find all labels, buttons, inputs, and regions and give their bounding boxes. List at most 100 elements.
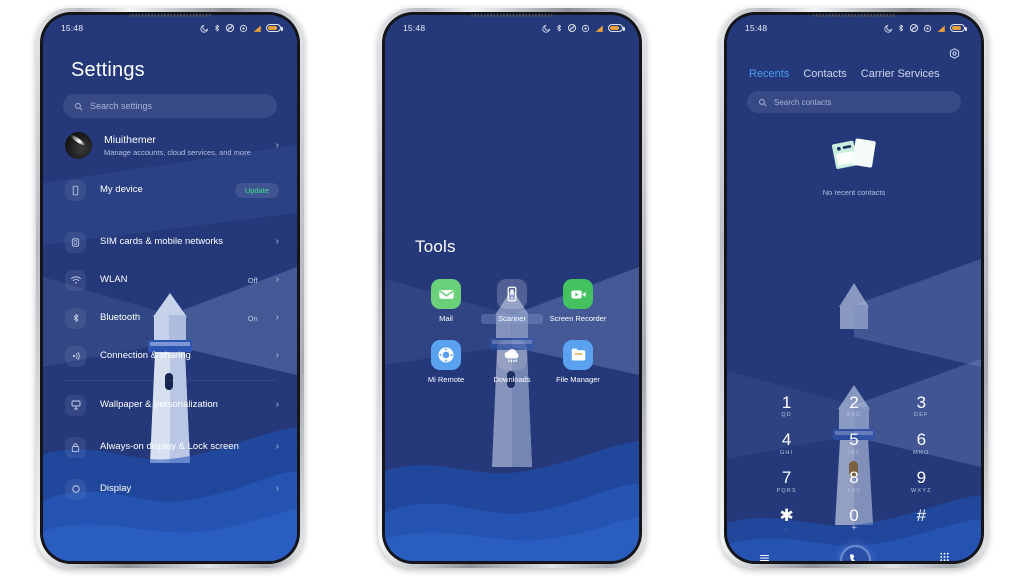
downloads-icon: [497, 339, 527, 370]
tab-recents[interactable]: Recents: [749, 68, 789, 80]
app-icon-mail[interactable]: Mail: [415, 279, 477, 324]
dialpad-digit: ✱: [779, 506, 794, 526]
dialpad-sub: +: [851, 523, 857, 534]
settings-row-my-device[interactable]: My device Update: [43, 171, 297, 209]
dialpad-key-hash[interactable]: #: [897, 504, 945, 535]
dialpad-key-0[interactable]: 0 +: [830, 504, 878, 535]
empty-state: No recent contacts: [727, 113, 981, 197]
chevron-right-icon: ›: [275, 399, 279, 410]
settings-row-label: Display: [100, 483, 132, 495]
dialpad-digit: 8: [849, 468, 859, 488]
app-grid: Mail Scanner Screen Recorder Mi Remote D…: [385, 279, 639, 385]
status-icons: [884, 23, 967, 33]
file-manager-icon: [563, 339, 593, 370]
app-icon-downloads[interactable]: Downloads: [481, 339, 543, 385]
phone-bezel: 15:48 Recents Contacts Carrier Services …: [724, 12, 984, 564]
account-subtitle: Manage accounts, cloud services, and mor…: [104, 148, 251, 157]
dialpad-sub: ABC: [846, 412, 862, 419]
menu-button[interactable]: [757, 551, 772, 561]
dialpad: 1 QD 2 ABC 3 DEF 4 GHI 5 JKL 6 MNO 7 PQR…: [727, 391, 981, 539]
dialer-settings-button[interactable]: [727, 41, 981, 60]
dialpad-key-7[interactable]: 7 PQRS: [763, 466, 811, 497]
settings-row-aod-lockscreen[interactable]: Always-on display & Lock screen ›: [43, 424, 297, 470]
app-icon-scanner[interactable]: Scanner: [481, 279, 543, 324]
settings-row-sim-cards[interactable]: SIM cards & mobile networks ›: [43, 223, 297, 261]
account-row[interactable]: Miuithemer Manage accounts, cloud servic…: [43, 118, 297, 171]
status-icons: [542, 23, 625, 33]
dialpad-sub: DEF: [914, 412, 929, 419]
dialpad-digit: 1: [781, 392, 792, 412]
search-icon: [75, 102, 83, 110]
dialpad-digit: 2: [849, 392, 859, 412]
keypad-icon: [940, 552, 949, 561]
tab-contacts[interactable]: Contacts: [803, 68, 846, 80]
app-icon-file-manager[interactable]: File Manager: [547, 339, 609, 385]
settings-row-wallpaper[interactable]: Wallpaper & personalization ›: [43, 386, 297, 424]
app-icon-mi-remote[interactable]: Mi Remote: [415, 339, 477, 385]
status-time: 15:48: [745, 23, 768, 33]
alarm-icon: [581, 24, 590, 32]
signal-icon: [937, 25, 945, 32]
menu-icon: [760, 555, 769, 561]
phone2-screen: 15:48 Tools Mail Scanner Screen Recorder…: [385, 15, 639, 561]
sharing-icon: [65, 345, 86, 367]
chevron-right-icon: ›: [275, 483, 279, 494]
dnd-moon-icon: [200, 24, 209, 33]
folder-title[interactable]: Tools: [385, 41, 639, 257]
dialpad-sub: WXYZ: [910, 488, 932, 495]
settings-row-connection-sharing[interactable]: Connection & sharing ›: [43, 337, 297, 375]
dialpad-sub: JKL: [847, 450, 861, 457]
dialpad-key-4[interactable]: 4 GHI: [763, 428, 811, 459]
dialpad-key-1[interactable]: 1 QD: [763, 391, 811, 422]
dialpad-sub: PQRS: [776, 488, 797, 495]
bluetooth-icon: [215, 24, 220, 32]
dialpad-key-2[interactable]: 2 ABC: [830, 391, 878, 422]
dialpad-sub: TUV: [846, 488, 862, 495]
settings-app: Settings Search settings Miuithemer Mana…: [43, 41, 297, 508]
dialpad-key-6[interactable]: 6 MNO: [897, 428, 945, 459]
app-label: Mi Remote: [427, 374, 465, 384]
call-button[interactable]: [839, 544, 871, 561]
app-label: Scanner: [481, 314, 543, 324]
search-contacts-input[interactable]: Search contacts: [747, 91, 961, 113]
search-settings-input[interactable]: Search settings: [63, 94, 277, 118]
settings-row-bluetooth[interactable]: Bluetooth On ›: [43, 299, 297, 337]
silent-icon: [910, 24, 918, 32]
dialpad-key-5[interactable]: 5 JKL: [830, 428, 878, 459]
dnd-moon-icon: [884, 24, 893, 33]
phone-device-tools: 15:48 Tools Mail Scanner Screen Recorder…: [378, 8, 646, 568]
sim-icon: [65, 231, 86, 253]
app-label: Mail: [439, 314, 453, 323]
app-label: File Manager: [556, 374, 600, 384]
tab-carrier-services[interactable]: Carrier Services: [861, 68, 940, 80]
update-badge[interactable]: Update: [234, 182, 279, 198]
app-icon-screen-recorder[interactable]: Screen Recorder: [547, 279, 609, 324]
dialpad-sub: MNO: [913, 450, 930, 457]
phone-bezel: 15:48 Settings Search settings Miuitheme…: [40, 12, 300, 564]
settings-row-label: Bluetooth: [100, 312, 141, 324]
status-bar: 15:48: [385, 15, 639, 41]
dialpad-key-8[interactable]: 8 TUV: [830, 466, 878, 497]
dialpad-key-3[interactable]: 3 DEF: [897, 391, 945, 422]
chevron-right-icon: ›: [275, 274, 279, 285]
gear-icon: [949, 48, 960, 59]
silent-icon: [226, 24, 234, 32]
dialpad-key-9[interactable]: 9 WXYZ: [897, 466, 945, 497]
dialpad-sub: QD: [781, 412, 792, 419]
phone1-screen: 15:48 Settings Search settings Miuitheme…: [43, 15, 297, 561]
settings-row-wlan[interactable]: WLAN Off ›: [43, 261, 297, 299]
signal-icon: [595, 25, 603, 32]
wifi-icon: [65, 269, 86, 291]
dialer-app: Recents Contacts Carrier Services Search…: [727, 41, 981, 561]
phone-device-settings: 15:48 Settings Search settings Miuitheme…: [36, 8, 304, 568]
keypad-button[interactable]: [938, 551, 951, 561]
screenshot-stage: 15:48 Settings Search settings Miuitheme…: [0, 0, 1024, 576]
silent-icon: [568, 24, 576, 32]
dialer-dock: [727, 539, 981, 561]
dialpad-key-star[interactable]: ✱ ,: [763, 504, 811, 535]
status-bar: 15:48: [43, 15, 297, 41]
chevron-right-icon: ›: [275, 350, 279, 361]
app-label: Screen Recorder: [549, 314, 607, 323]
wallpaper-icon: [65, 394, 86, 416]
settings-row-display[interactable]: Display ›: [43, 470, 297, 508]
